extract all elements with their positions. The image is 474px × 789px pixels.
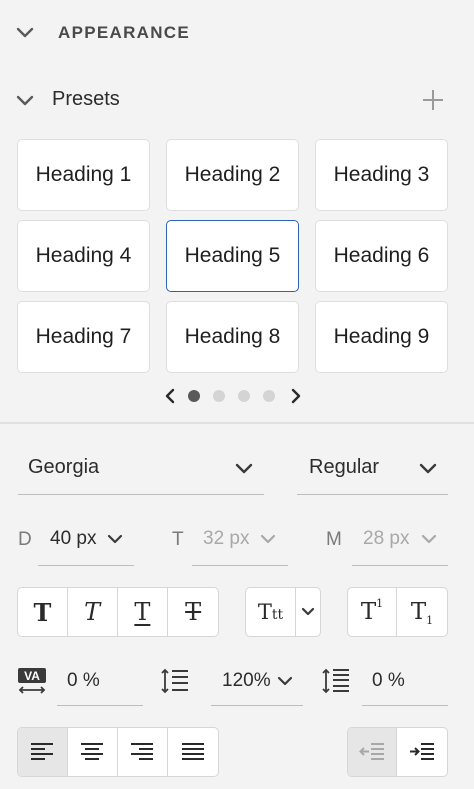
- font-style-value: Regular: [309, 456, 380, 478]
- alignment-group: [17, 727, 219, 777]
- text-case-dropdown[interactable]: [296, 588, 320, 636]
- chevron-down-icon: [301, 607, 315, 616]
- small-caps-icon: Ttt: [257, 600, 284, 624]
- italic-icon: T: [84, 598, 101, 626]
- outdent-button[interactable]: [348, 728, 398, 776]
- text-case-button[interactable]: Ttt: [246, 588, 296, 636]
- preset-heading-3[interactable]: Heading 3: [315, 139, 448, 211]
- align-justify-icon: [182, 743, 205, 760]
- align-left-icon: [31, 743, 54, 760]
- preset-pager: [160, 386, 310, 406]
- preset-heading-1[interactable]: Heading 1: [17, 139, 150, 211]
- chevron-left-icon[interactable]: [164, 388, 176, 404]
- chevron-down-icon[interactable]: [16, 27, 34, 39]
- desktop-size-prefix: D: [18, 529, 32, 550]
- preset-heading-7[interactable]: Heading 7: [17, 301, 150, 373]
- bold-button[interactable]: T: [18, 588, 68, 636]
- tablet-size-prefix: T: [172, 529, 184, 550]
- preset-heading-2[interactable]: Heading 2: [166, 139, 299, 211]
- text-case-group[interactable]: Ttt: [245, 587, 321, 637]
- mobile-size-chevron-down-icon: [421, 534, 437, 544]
- plus-icon[interactable]: [421, 88, 445, 112]
- superscript-icon: T1: [360, 597, 384, 625]
- paragraph-spacing-underline: [362, 705, 448, 706]
- superscript-button[interactable]: T1: [348, 588, 398, 636]
- align-right-button[interactable]: [118, 728, 169, 776]
- mobile-size-value: 28 px: [363, 528, 410, 549]
- align-center-button[interactable]: [68, 728, 118, 776]
- font-family-underline: [18, 494, 264, 495]
- indent-group: [347, 727, 448, 777]
- font-family-value: Georgia: [28, 456, 100, 478]
- desktop-size-chevron-down-icon: [107, 534, 123, 544]
- align-center-icon: [81, 743, 104, 760]
- pager-dot-4[interactable]: [263, 390, 275, 402]
- indent-icon: [410, 743, 434, 760]
- paragraph-spacing-value: 0 %: [372, 670, 405, 691]
- align-justify-button[interactable]: [168, 728, 218, 776]
- font-family-chevron-down-icon: [235, 463, 253, 474]
- line-height-chevron-down-icon: [277, 676, 293, 686]
- letter-spacing-icon: VA: [18, 668, 46, 694]
- font-style-chevron-down-icon: [419, 463, 437, 474]
- outdent-icon: [359, 743, 384, 760]
- desktop-size-underline: [38, 565, 134, 566]
- mobile-size-prefix: M: [326, 529, 342, 550]
- pager-dot-2[interactable]: [213, 390, 225, 402]
- subscript-icon: T1: [410, 599, 434, 627]
- preset-heading-4[interactable]: Heading 4: [17, 220, 150, 292]
- chevron-right-icon[interactable]: [290, 388, 302, 404]
- align-right-icon: [131, 743, 154, 760]
- align-left-button[interactable]: [18, 728, 68, 776]
- desktop-size-value: 40 px: [50, 528, 97, 549]
- line-height-value: 120%: [222, 670, 271, 691]
- preset-heading-8[interactable]: Heading 8: [166, 301, 299, 373]
- pager-dot-1[interactable]: [188, 390, 200, 402]
- svg-text:VA: VA: [24, 669, 40, 683]
- preset-heading-5[interactable]: Heading 5: [166, 220, 299, 292]
- line-height-icon: [161, 668, 188, 694]
- preset-heading-6[interactable]: Heading 6: [315, 220, 448, 292]
- subscript-button[interactable]: T1: [397, 588, 447, 636]
- tablet-size-value: 32 px: [203, 528, 250, 549]
- italic-button[interactable]: T: [68, 588, 118, 636]
- line-height-underline: [211, 705, 303, 706]
- section-divider: [0, 422, 474, 424]
- tablet-size-underline: [192, 565, 288, 566]
- underline-icon: T: [134, 598, 151, 626]
- bold-icon: T: [33, 597, 52, 627]
- presets-label: Presets: [52, 88, 120, 110]
- letter-spacing-underline: [57, 705, 143, 706]
- preset-heading-9[interactable]: Heading 9: [315, 301, 448, 373]
- script-group: T1 T1: [347, 587, 448, 637]
- section-title: APPEARANCE: [58, 23, 191, 42]
- paragraph-spacing-icon: [322, 668, 349, 694]
- underline-button[interactable]: T: [118, 588, 169, 636]
- indent-button[interactable]: [397, 728, 447, 776]
- letter-spacing-value: 0 %: [67, 670, 100, 691]
- mobile-size-underline: [352, 565, 448, 566]
- font-style-underline: [297, 494, 448, 495]
- strikethrough-button[interactable]: T: [168, 588, 218, 636]
- text-style-group: T T T T: [17, 587, 219, 637]
- pager-dot-3[interactable]: [238, 390, 250, 402]
- tablet-size-chevron-down-icon: [260, 534, 276, 544]
- presets-chevron-down-icon[interactable]: [16, 95, 34, 107]
- strikethrough-icon: T: [185, 598, 202, 626]
